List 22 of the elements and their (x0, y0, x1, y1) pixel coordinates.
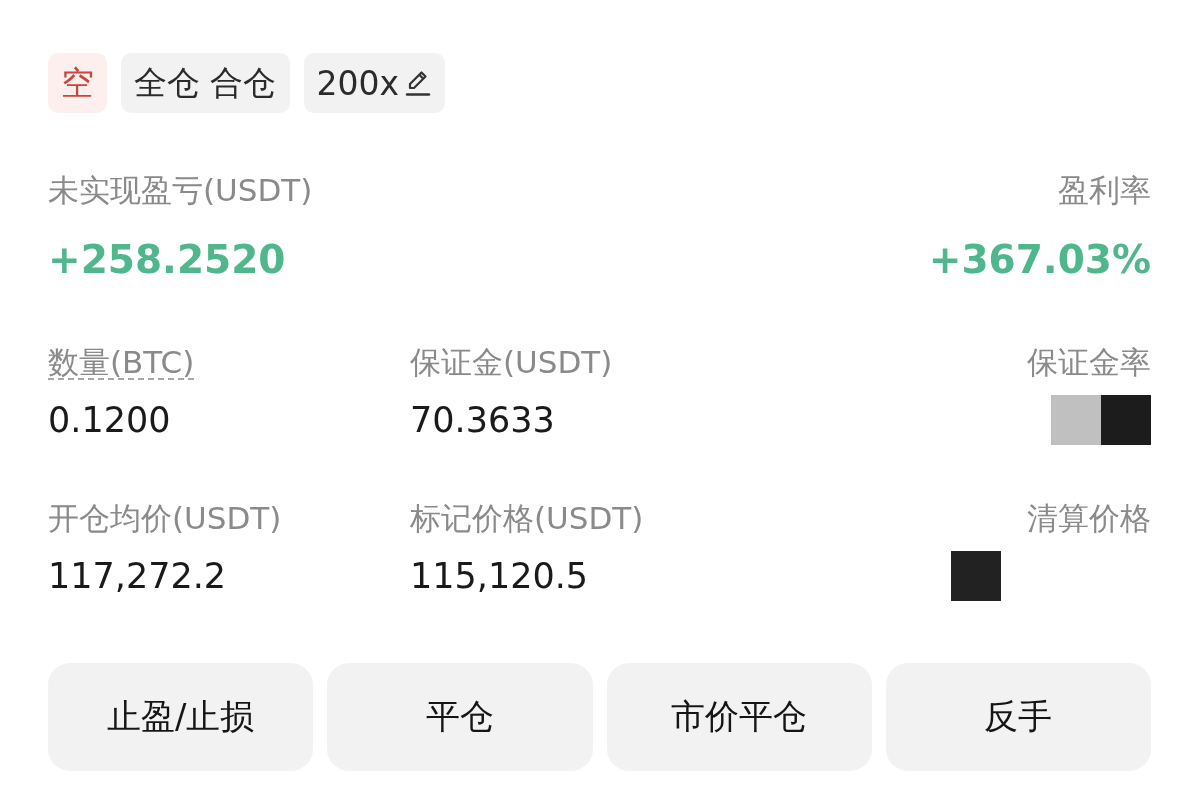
action-button[interactable]: 反手 (885, 663, 1151, 771)
field-label: 标记价格(USDT) (410, 499, 644, 538)
summary-label: 盈利率 (1058, 171, 1151, 210)
field-label: 清算价格 (1027, 499, 1151, 538)
field-label: 保证金(USDT) (410, 343, 613, 382)
field-label: 保证金率 (1027, 343, 1151, 382)
action-button[interactable]: 止盈/止损 (48, 663, 314, 771)
action-button[interactable]: 平仓 (327, 663, 593, 771)
field-value: 115,120.5 (410, 555, 589, 598)
pencil-icon (405, 69, 432, 97)
summary-value: +258.2520 (48, 236, 287, 284)
leverage-button[interactable]: 200x (303, 53, 446, 113)
margin-mode-tag: 全仓 合仓 (121, 53, 290, 113)
field-value: 70.3633 (410, 399, 555, 442)
action-button[interactable]: 市价平仓 (606, 663, 872, 771)
summary-label: 未实现盈亏(USDT) (48, 171, 313, 210)
field-value: 0.1200 (48, 399, 171, 442)
field-label: 开仓均价(USDT) (48, 499, 282, 538)
redaction-block (951, 551, 1001, 601)
summary-value: +367.03% (928, 236, 1151, 284)
field-value: 117,272.2 (48, 555, 227, 598)
position-side-tag: 空 (48, 53, 107, 113)
